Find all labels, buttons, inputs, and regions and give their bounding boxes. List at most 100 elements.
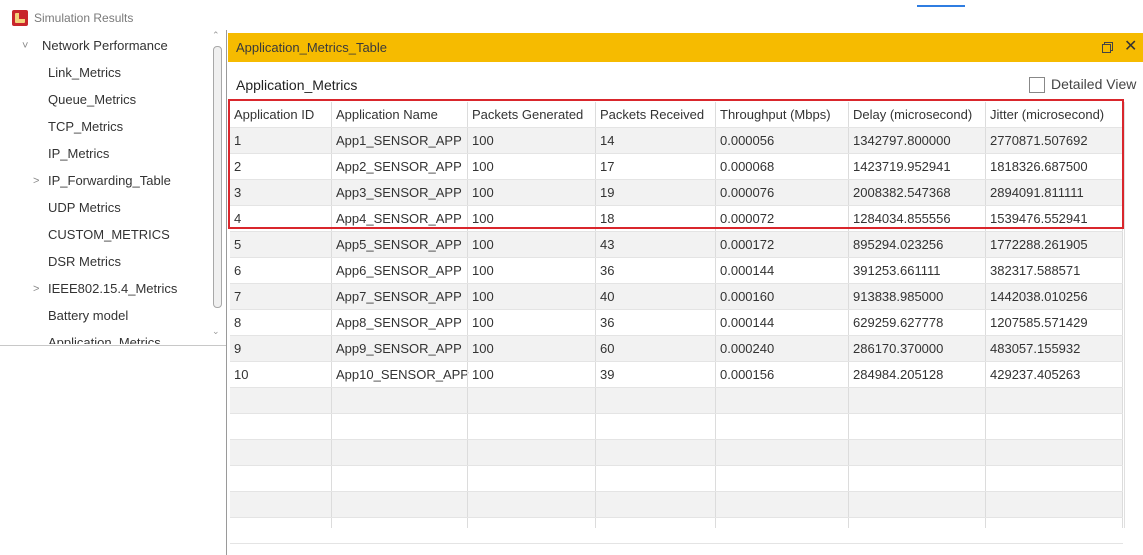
cell-jitter: 1772288.261905 [990,237,1088,252]
table-row[interactable]: 1 App1_SENSOR_APP 100 14 0.000056 1342797.800… [230,128,1123,154]
table-row[interactable]: 4 App4_SENSOR_APP 100 18 0.000072 1284034.855… [230,206,1123,232]
sidebar-item-link-metrics[interactable]: Link_Metrics [48,61,121,85]
chevron-down-icon[interactable]: ˅ [22,34,28,58]
cell-application-name: App1_SENSOR_APP [336,133,462,148]
table-row[interactable]: 3 App3_SENSOR_APP 100 19 0.000076 2008382.547… [230,180,1123,206]
cell-packets-generated: 100 [472,289,494,304]
cell-application-id: 9 [234,341,242,356]
detailed-view-label: Detailed View [1051,76,1137,92]
cell-packets-generated: 100 [472,185,494,200]
grid-row-line [230,517,1123,518]
column-header-delay[interactable]: Delay (microsecond) [849,102,972,128]
table-header-row: Application ID Application Name Packets … [230,102,1123,128]
cell-application-name: App6_SENSOR_APP [336,263,462,278]
table-row[interactable]: 7 App7_SENSOR_APP 100 40 0.000160 913838.9850… [230,284,1123,310]
cell-delay: 286170.370000 [853,341,944,356]
cell-packets-generated: 100 [472,367,494,382]
cell-packets-received: 36 [600,315,615,330]
table-row[interactable] [230,414,1123,440]
grid-row-line [230,465,1123,466]
chevron-right-icon[interactable]: > [33,277,39,301]
cell-throughput: 0.000072 [720,211,775,226]
cell-delay: 629259.627778 [853,315,944,330]
sidebar-item-label: Queue_Metrics [48,92,137,107]
cell-application-id: 10 [234,367,249,382]
cell-application-id: 5 [234,237,242,252]
column-header-packets-generated[interactable]: Packets Generated [468,102,583,128]
scrollbar-thumb[interactable] [213,46,222,308]
grid-row-line [230,153,1123,154]
restore-window-icon[interactable] [1102,42,1113,53]
cell-packets-received: 40 [600,289,615,304]
column-header-packets-received[interactable]: Packets Received [596,102,704,128]
cell-packets-received: 17 [600,159,615,174]
table-row[interactable] [230,518,1123,544]
table-row[interactable]: 6 App6_SENSOR_APP 100 36 0.000144 391253.6611… [230,258,1123,284]
cell-jitter: 382317.588571 [990,263,1081,278]
table-row[interactable]: 9 App9_SENSOR_APP 100 60 0.000240 286170.3700… [230,336,1123,362]
cell-application-name: App10_SENSOR_APP [336,367,469,382]
cell-application-id: 3 [234,185,242,200]
cell-delay: 391253.661111 [853,263,941,278]
sidebar-divider [0,345,226,346]
sidebar-item-label: Link_Metrics [48,65,121,80]
cell-delay: 895294.023256 [853,237,944,252]
cell-application-name: App9_SENSOR_APP [336,341,462,356]
table-row[interactable] [230,440,1123,466]
detailed-view-checkbox[interactable] [1029,77,1045,93]
table-row[interactable] [230,466,1123,492]
cell-throughput: 0.000160 [720,289,775,304]
cell-packets-generated: 100 [472,211,494,226]
grid-row-line [230,231,1123,232]
sidebar-item-application-metrics[interactable]: Application_Metrics [48,331,161,344]
scroll-down-icon[interactable]: ⌄ [212,326,220,337]
column-header-throughput[interactable]: Throughput (Mbps) [716,102,831,128]
table-row[interactable]: 2 App2_SENSOR_APP 100 17 0.000068 1423719.952… [230,154,1123,180]
sidebar-item-label: TCP_Metrics [48,119,124,134]
sidebar-item-tcp-metrics[interactable]: TCP_Metrics [48,115,123,139]
column-header-application-id[interactable]: Application ID [230,102,314,128]
table-row[interactable]: 5 App5_SENSOR_APP 100 43 0.000172 895294.0232… [230,232,1123,258]
cell-jitter: 1818326.687500 [990,159,1088,174]
cell-delay: 284984.205128 [853,367,944,382]
cell-delay: 1423719.952941 [853,159,951,174]
table-row[interactable]: 10 App10_SENSOR_APP 100 39 0.000156 284984.20… [230,362,1123,388]
grid-row-line [230,439,1123,440]
cell-jitter: 1442038.010256 [990,289,1088,304]
sidebar-item-label: CUSTOM_METRICS [48,227,170,242]
cell-jitter: 2894091.811111 [990,185,1084,200]
sidebar-item-dsr-metrics[interactable]: DSR Metrics [48,250,121,274]
cell-delay: 2008382.547368 [853,185,951,200]
table-row[interactable]: 8 App8_SENSOR_APP 100 36 0.000144 629259.6277… [230,310,1123,336]
cell-packets-generated: 100 [472,159,494,174]
cell-jitter: 1207585.571429 [990,315,1088,330]
table-row[interactable] [230,388,1123,414]
cell-packets-generated: 100 [472,133,494,148]
cell-delay: 1342797.800000 [853,133,951,148]
sidebar-scrollbar[interactable]: ⌃ ⌄ [210,30,223,344]
grid-row-line [230,361,1123,362]
scroll-up-icon[interactable]: ⌃ [212,30,220,41]
cell-delay: 1284034.855556 [853,211,951,226]
grid-row-line [230,179,1123,180]
sidebar-item-label: IP_Metrics [48,146,110,161]
column-header-application-name[interactable]: Application Name [332,102,438,128]
table-row[interactable] [230,492,1123,518]
sidebar-item-battery-model[interactable]: Battery model [48,304,128,328]
cell-application-id: 1 [234,133,242,148]
cell-packets-generated: 100 [472,237,494,252]
grid-row-line [230,257,1123,258]
sidebar-item-custom-metrics[interactable]: CUSTOM_METRICS [48,223,170,247]
chevron-right-icon[interactable]: > [33,169,39,193]
cell-throughput: 0.000056 [720,133,775,148]
sidebar-item-queue-metrics[interactable]: Queue_Metrics [48,88,136,112]
sidebar-item-ip-metrics[interactable]: IP_Metrics [48,142,109,166]
sidebar: ˅ Network Performance Link_Metrics Queue… [0,30,227,555]
sidebar-item-label: Application_Metrics [48,335,161,344]
sidebar-item-udp-metrics[interactable]: UDP Metrics [48,196,121,220]
sidebar-item-label: Network Performance [42,38,168,53]
close-icon[interactable]: ✕ [1124,38,1137,56]
cell-throughput: 0.000144 [720,263,775,278]
column-header-jitter[interactable]: Jitter (microsecond) [986,102,1104,128]
cell-packets-received: 39 [600,367,615,382]
